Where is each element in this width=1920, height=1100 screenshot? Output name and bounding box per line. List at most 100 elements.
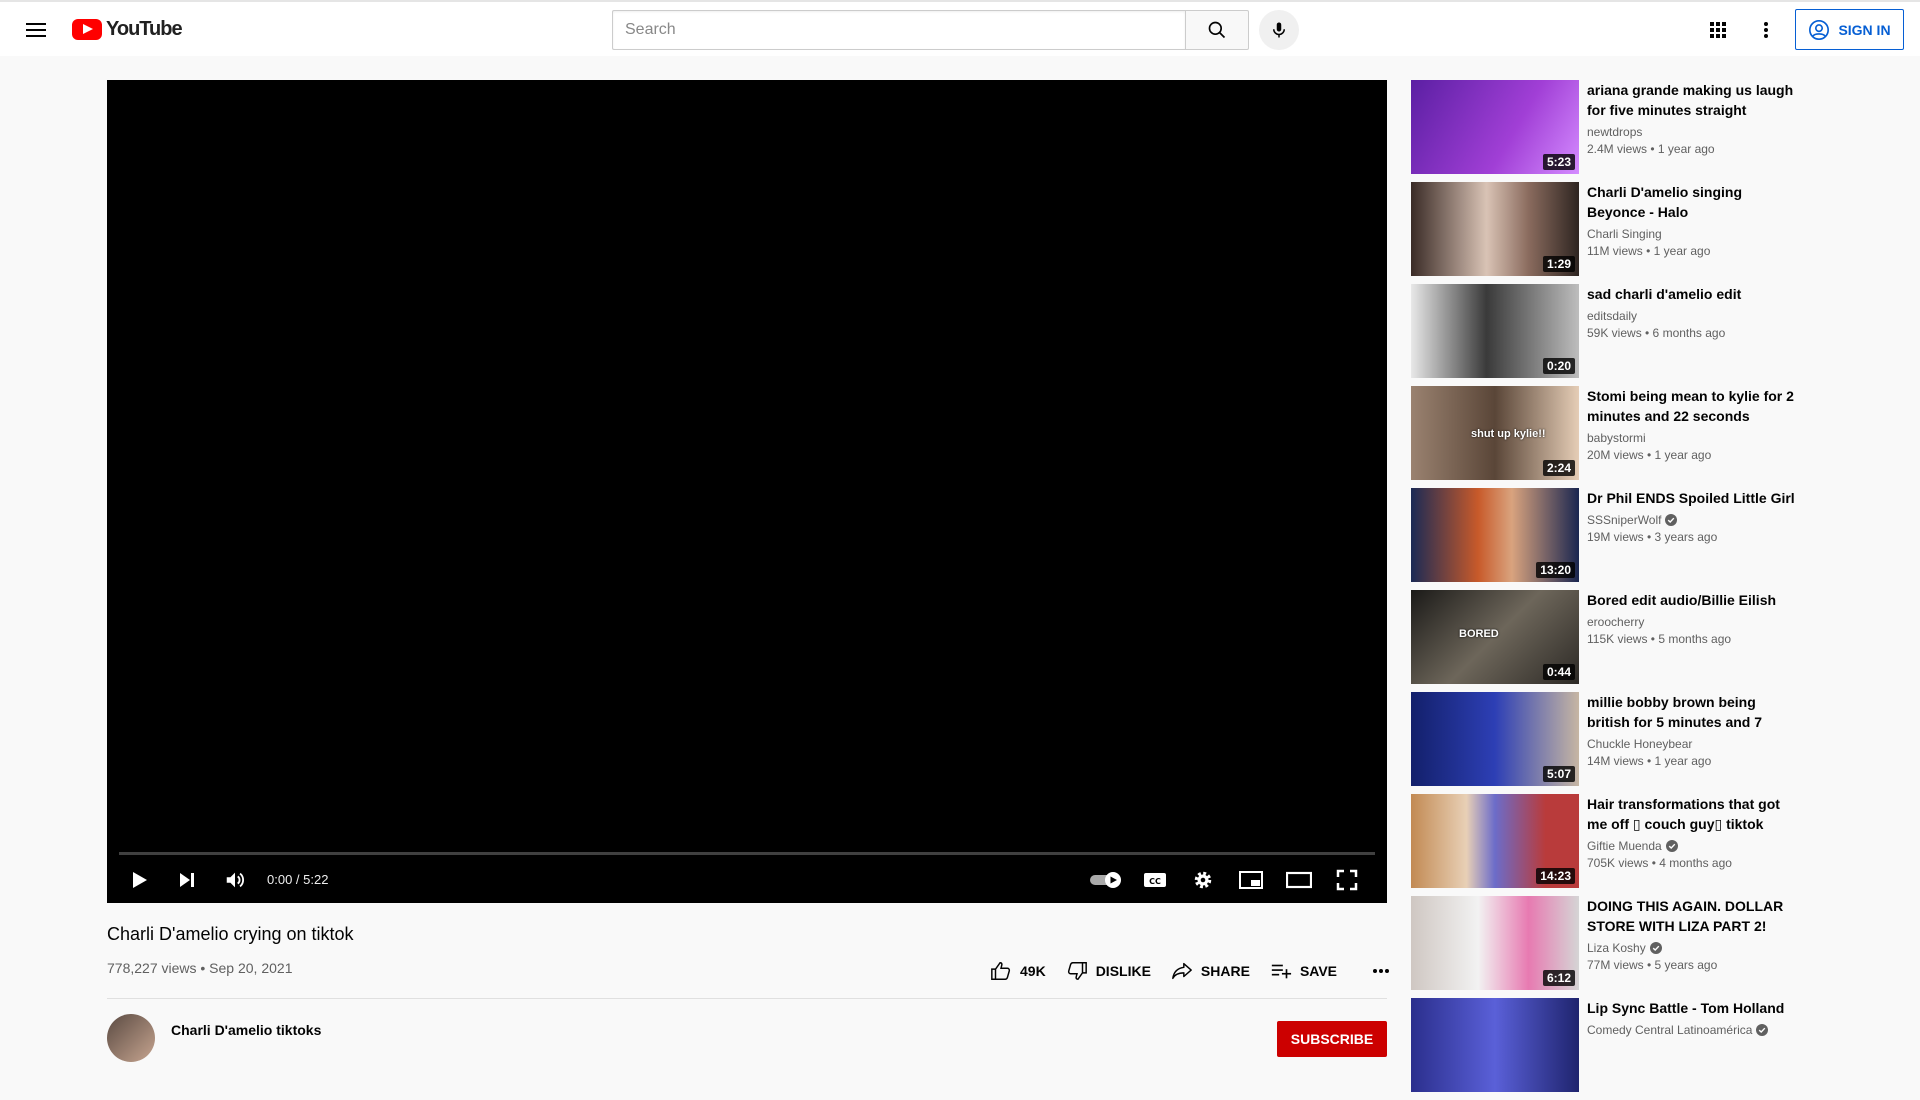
video-duration: 2:24 xyxy=(1542,460,1575,476)
youtube-logo[interactable]: YouTube xyxy=(72,18,183,41)
video-thumbnail[interactable]: 1:29 xyxy=(1411,182,1579,276)
video-thumbnail[interactable]: BORED 0:44 xyxy=(1411,590,1579,684)
recommended-channel: Liza Koshy xyxy=(1587,940,1797,956)
recommended-video-title[interactable]: Lip Sync Battle - Tom Holland xyxy=(1587,998,1797,1018)
recommended-video[interactable]: 0:20 sad charli d'amelio edit editsdaily 59… xyxy=(1411,284,1801,378)
recommended-video[interactable]: 13:20 Dr Phil ENDS Spoiled Little Girl SSS… xyxy=(1411,488,1801,582)
video-thumbnail[interactable]: 5:23 xyxy=(1411,80,1579,174)
vertical-dots-icon xyxy=(1764,22,1768,38)
volume-icon xyxy=(226,872,244,888)
video-info: Bored edit audio/Billie Eilish eroocherry… xyxy=(1587,590,1797,648)
recommended-video[interactable]: 6:12 DOING THIS AGAIN. DOLLAR STORE WITH … xyxy=(1411,896,1801,990)
video-thumbnail[interactable]: 0:20 xyxy=(1411,284,1579,378)
channel-name-text: eroocherry xyxy=(1587,615,1645,629)
settings-button[interactable] xyxy=(1185,862,1221,898)
recommended-video[interactable]: 14:23 Hair transformations that got me of… xyxy=(1411,794,1801,888)
autoplay-toggle[interactable] xyxy=(1087,862,1127,898)
video-thumbnail[interactable]: 5:07 xyxy=(1411,692,1579,786)
video-player[interactable]: 0:00 / 5:22 CC xyxy=(107,80,1387,903)
video-thumbnail[interactable]: 6:12 xyxy=(1411,896,1579,990)
recommended-channel: editsdaily xyxy=(1587,308,1797,324)
player-controls: 0:00 / 5:22 CC xyxy=(107,856,1387,902)
video-thumbnail[interactable] xyxy=(1411,998,1579,1092)
video-title: Charli D'amelio crying on tiktok xyxy=(107,924,354,944)
recommended-video-title[interactable]: sad charli d'amelio edit xyxy=(1587,284,1797,304)
miniplayer-button[interactable] xyxy=(1233,862,1269,898)
youtube-play-icon xyxy=(72,19,102,40)
video-duration: 1:29 xyxy=(1542,256,1575,272)
playlist-add-icon xyxy=(1271,964,1292,979)
search-input[interactable] xyxy=(612,10,1185,50)
account-circle-icon xyxy=(1809,19,1830,40)
more-actions-button[interactable] xyxy=(1369,959,1393,983)
channel-avatar[interactable] xyxy=(107,1014,155,1062)
recommended-video-title[interactable]: Stomi being mean to kylie for 2 minutes … xyxy=(1587,386,1797,426)
play-button[interactable] xyxy=(121,862,157,898)
recommended-channel: newtdrops xyxy=(1587,124,1797,140)
subscribe-button[interactable]: SUBSCRIBE xyxy=(1277,1021,1387,1057)
video-thumbnail[interactable]: shut up kylie!! 2:24 xyxy=(1411,386,1579,480)
next-button[interactable] xyxy=(169,862,205,898)
theater-mode-button[interactable] xyxy=(1281,862,1317,898)
sign-in-button[interactable]: SIGN IN xyxy=(1795,9,1904,50)
video-info: sad charli d'amelio edit editsdaily 59K vi… xyxy=(1587,284,1797,342)
thumbnail-caption: BORED xyxy=(1459,628,1499,640)
youtube-apps-button[interactable] xyxy=(1703,16,1733,44)
channel-name[interactable]: Charli D'amelio tiktoks xyxy=(171,1022,321,1038)
save-label: SAVE xyxy=(1299,963,1338,979)
recommended-video-title[interactable]: Bored edit audio/Billie Eilish xyxy=(1587,590,1797,610)
video-duration: 0:44 xyxy=(1542,664,1575,680)
video-thumbnail[interactable]: 13:20 xyxy=(1411,488,1579,582)
verified-check-icon xyxy=(1665,514,1678,526)
fullscreen-icon xyxy=(1336,869,1358,891)
hamburger-menu-icon[interactable] xyxy=(20,16,52,44)
share-icon xyxy=(1172,962,1192,980)
recommended-video[interactable]: 5:07 millie bobby brown being british for… xyxy=(1411,692,1801,786)
horizontal-dots-icon xyxy=(1373,969,1390,973)
search-button[interactable] xyxy=(1185,10,1249,50)
video-info: Dr Phil ENDS Spoiled Little Girl SSSniper… xyxy=(1587,488,1797,546)
save-button[interactable]: SAVE xyxy=(1270,960,1337,982)
search-icon xyxy=(1208,21,1226,39)
recommended-channel: Chuckle Honeybear xyxy=(1587,736,1797,752)
recommended-stats: 115K views • 5 months ago xyxy=(1587,632,1732,646)
captions-button[interactable]: CC xyxy=(1137,862,1173,898)
recommended-video[interactable]: 1:29 Charli D'amelio singing Beyonce - Ha… xyxy=(1411,182,1801,276)
thumbs-up-icon xyxy=(991,962,1011,980)
recommended-video-title[interactable]: ariana grande making us laugh for five m… xyxy=(1587,80,1797,120)
dislike-label: DISLIKE xyxy=(1095,963,1151,979)
recommended-video-title[interactable]: Charli D'amelio singing Beyonce - Halo xyxy=(1587,182,1797,222)
channel-name-text: Comedy Central Latinoamérica xyxy=(1587,1023,1753,1037)
logo-text: YouTube xyxy=(106,18,183,40)
svg-text:CC: CC xyxy=(1149,877,1161,886)
recommended-video[interactable]: Lip Sync Battle - Tom Holland Comedy Cent… xyxy=(1411,998,1801,1092)
channel-name-text: babystormi xyxy=(1587,431,1646,445)
share-button[interactable]: SHARE xyxy=(1171,960,1250,982)
fullscreen-button[interactable] xyxy=(1329,862,1365,898)
settings-more-button[interactable] xyxy=(1752,16,1780,44)
microphone-icon xyxy=(1273,22,1285,38)
play-icon xyxy=(133,872,147,888)
progress-bar[interactable] xyxy=(119,852,1375,855)
recommended-video-title[interactable]: Dr Phil ENDS Spoiled Little Girl xyxy=(1587,488,1797,508)
recommended-video-title[interactable]: millie bobby brown being british for 5 m… xyxy=(1587,692,1797,732)
like-button[interactable]: 49K xyxy=(990,960,1046,982)
voice-search-button[interactable] xyxy=(1259,10,1299,50)
recommended-video[interactable]: 5:23 ariana grande making us laugh for fi… xyxy=(1411,80,1801,174)
verified-check-icon xyxy=(1649,942,1662,954)
recommended-video-title[interactable]: Hair transformations that got me off ▯ c… xyxy=(1587,794,1797,834)
dislike-button[interactable]: DISLIKE xyxy=(1066,960,1151,982)
recommended-video[interactable]: BORED 0:44 Bored edit audio/Billie Eilish e… xyxy=(1411,590,1801,684)
verified-check-icon xyxy=(1665,840,1678,852)
apps-grid-icon xyxy=(1710,22,1726,38)
time-display: 0:00 / 5:22 xyxy=(267,872,329,887)
mute-button[interactable] xyxy=(217,862,253,898)
recommended-video[interactable]: shut up kylie!! 2:24 Stomi being mean to k… xyxy=(1411,386,1801,480)
video-info: ariana grande making us laugh for five m… xyxy=(1587,80,1797,158)
recommended-stats: 19M views • 3 years ago xyxy=(1587,530,1718,544)
recommended-video-title[interactable]: DOING THIS AGAIN. DOLLAR STORE WITH LIZA… xyxy=(1587,896,1797,936)
search-bar xyxy=(612,10,1299,50)
video-thumbnail[interactable]: 14:23 xyxy=(1411,794,1579,888)
video-duration: 6:12 xyxy=(1542,970,1575,986)
channel-name-text: SSSniperWolf xyxy=(1587,513,1662,527)
